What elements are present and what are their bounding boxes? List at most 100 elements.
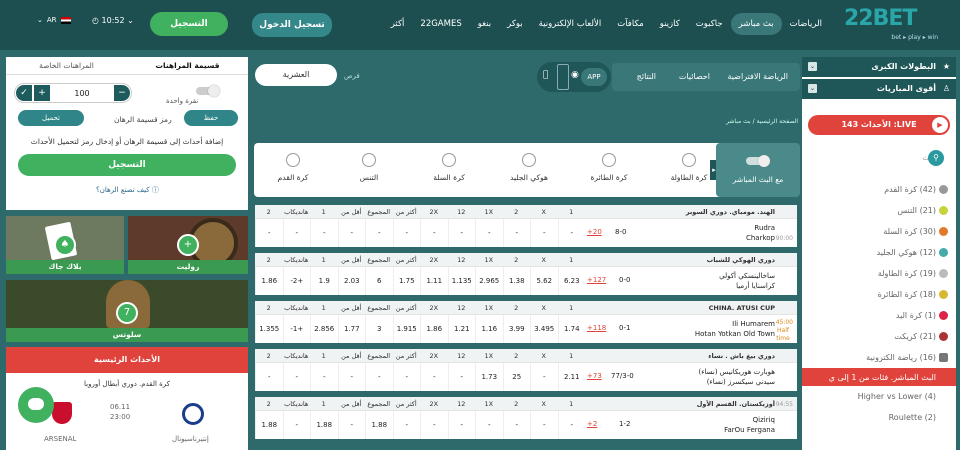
tab-my-bets[interactable]: المراهنات الخاصة bbox=[6, 57, 127, 74]
nav-bonuses[interactable]: مكافآت bbox=[609, 13, 652, 35]
odds-cells[interactable]: - - - - - - -1.88-1.88-1.88 bbox=[255, 411, 585, 439]
odds-cell[interactable]: 1.88 bbox=[365, 411, 393, 439]
nav-esports[interactable]: الألعاب الإلكترونية bbox=[531, 13, 610, 35]
login-button[interactable]: تسجيل الدخول bbox=[252, 13, 332, 37]
search-icon[interactable]: ⚲ bbox=[928, 150, 944, 166]
stake-value[interactable]: 100 bbox=[51, 89, 113, 98]
tab-bet-slip[interactable]: قسيمة المراهنات bbox=[127, 57, 248, 74]
breadcrumb-live[interactable]: بث مباشر bbox=[726, 118, 751, 125]
breadcrumb-home[interactable]: الصفحة الرئيسية bbox=[757, 118, 798, 125]
sport-search[interactable]: ⚲ البحث bbox=[810, 149, 948, 167]
odds-cell[interactable]: - bbox=[530, 411, 558, 439]
odds-cells[interactable]: ------------ bbox=[255, 219, 585, 247]
sport-football[interactable]: كرة القدم (42) bbox=[802, 179, 956, 200]
more-bets-link[interactable]: +118 bbox=[587, 324, 606, 332]
odds-cell[interactable]: - bbox=[392, 219, 421, 247]
odds-cell[interactable]: 1.21 bbox=[447, 315, 476, 343]
odds-cell[interactable]: - bbox=[365, 363, 393, 391]
odds-cell[interactable]: 1.77 bbox=[337, 315, 366, 343]
live-events-button[interactable]: ▶ الأحداث 143 :LIVE bbox=[808, 115, 950, 135]
odds-cell[interactable]: 2.03 bbox=[337, 267, 366, 295]
tab-statistics[interactable]: احصائيات bbox=[679, 72, 710, 81]
league-name[interactable]: أوزبكستان. القسم الأول bbox=[585, 400, 797, 408]
odds-cell[interactable]: - bbox=[475, 219, 503, 247]
nav-casino[interactable]: كازينو bbox=[652, 13, 688, 35]
stake-stepper[interactable]: ✓ + 100 − bbox=[14, 83, 132, 103]
save-button[interactable]: حفظ bbox=[184, 110, 238, 126]
sport-cricket[interactable]: كريكت (21) bbox=[802, 326, 956, 347]
promo-roulette[interactable]: + روليت bbox=[128, 216, 248, 274]
sport-basketball[interactable]: كرة السلة (30) bbox=[802, 221, 956, 242]
load-button[interactable]: تحميل bbox=[18, 110, 84, 126]
odds-cell[interactable]: - bbox=[282, 219, 311, 247]
odds-cell[interactable]: - bbox=[282, 411, 311, 439]
cat-tennis[interactable]: التنس bbox=[334, 153, 404, 182]
tab-results[interactable]: النتائج bbox=[637, 72, 656, 81]
nav-live[interactable]: بث مباشر bbox=[730, 13, 782, 35]
odds-cell[interactable]: - bbox=[392, 411, 421, 439]
check-icon[interactable]: ✓ bbox=[16, 85, 32, 101]
odds-cell[interactable]: 2.965 bbox=[475, 267, 503, 295]
odds-cell[interactable]: - bbox=[365, 219, 393, 247]
sport-esports[interactable]: رياضة الكترونية (16) bbox=[802, 347, 956, 368]
more-bets-link[interactable]: +127 bbox=[587, 276, 606, 284]
nav-bingo[interactable]: بنغو bbox=[470, 13, 499, 35]
one-click-toggle[interactable] bbox=[196, 85, 220, 97]
teams[interactable]: هوبارت هوريكانيس (نساء) سيدني سيكسرز (نسا… bbox=[637, 367, 797, 387]
odds-cell[interactable]: 25 bbox=[502, 363, 531, 391]
odds-cell[interactable]: - bbox=[255, 363, 283, 391]
promo-blackjack[interactable]: ♠ بلاك جاك bbox=[6, 216, 124, 274]
event-team1[interactable]: إنتيرناسيونال bbox=[172, 435, 209, 443]
sport-volleyball[interactable]: كرة الطائرة (18) bbox=[802, 284, 956, 305]
league-name[interactable]: الهند. مومباي. دوري السوبر bbox=[585, 208, 797, 216]
language-selector[interactable]: ⌄ AR bbox=[37, 16, 71, 24]
sport-table-tennis[interactable]: كرة الطاولة (19) bbox=[802, 263, 956, 284]
odds-cell[interactable]: - bbox=[557, 411, 586, 439]
site-logo[interactable]: 22BET bet ▸ play ▸ win bbox=[844, 6, 938, 44]
teams[interactable]: Qiziriq FarOu Fergana bbox=[637, 415, 797, 435]
app-download[interactable]:  ◉ APP bbox=[537, 62, 611, 92]
odds-cell[interactable]: - bbox=[420, 363, 448, 391]
odds-cell[interactable]: 1.355 bbox=[255, 315, 283, 343]
how-to-bet-link[interactable]: كيف تصنع الرهان؟ ⓘ bbox=[96, 185, 159, 195]
odds-cell[interactable]: - bbox=[310, 219, 338, 247]
more-bets-link[interactable]: +73 bbox=[587, 372, 602, 380]
league-name[interactable]: دوري بيغ باش . نساء bbox=[585, 352, 797, 360]
odds-cell[interactable]: 1.73 bbox=[475, 363, 503, 391]
more-bets-link[interactable]: +2 bbox=[587, 420, 597, 428]
odds-cell[interactable]: 1.915 bbox=[392, 315, 421, 343]
odds-cells[interactable]: 6.23 5.62 1.38 2.965 1.135 1.11 1.75 6 2.03 1.9 +2… bbox=[255, 267, 585, 295]
odds-cell[interactable]: 6 bbox=[365, 267, 393, 295]
event-team2[interactable]: ARSENAL bbox=[44, 435, 76, 443]
odds-cell[interactable]: 1.88 bbox=[255, 411, 283, 439]
odds-cell[interactable]: 3.99 bbox=[502, 315, 531, 343]
search-filter-button[interactable]: العشرية bbox=[255, 64, 337, 86]
odds-cell[interactable]: 2.11 bbox=[557, 363, 586, 391]
live-stream-toggle[interactable] bbox=[746, 155, 770, 167]
odds-cell[interactable]: 1.86 bbox=[255, 267, 283, 295]
top-matches-header[interactable]: ⌄ أقوى المباريات ♙ bbox=[802, 79, 956, 99]
nav-22games[interactable]: 22GAMES bbox=[412, 13, 469, 35]
odds-cell[interactable]: 3 bbox=[365, 315, 393, 343]
league-name[interactable]: CHINA. ATUSI CUP bbox=[585, 304, 797, 312]
odds-cell[interactable]: - bbox=[337, 411, 366, 439]
odds-cell[interactable]: - bbox=[557, 219, 586, 247]
nav-more[interactable]: أكثر bbox=[383, 13, 413, 35]
odds-cell[interactable]: - bbox=[447, 219, 476, 247]
odds-cell[interactable]: +2- bbox=[282, 267, 311, 295]
nav-sports[interactable]: الرياضات bbox=[782, 13, 830, 35]
promo-slots[interactable]: 7 سلوتس bbox=[6, 280, 248, 342]
odds-cell[interactable]: 1.75 bbox=[392, 267, 421, 295]
cat-volleyball[interactable]: كرة الطائرة bbox=[574, 153, 644, 182]
odds-cell[interactable]: - bbox=[530, 219, 558, 247]
odds-cell[interactable]: - bbox=[502, 411, 531, 439]
cat-basketball[interactable]: كرة السلة bbox=[414, 153, 484, 182]
plus-icon[interactable]: + bbox=[34, 85, 50, 101]
nav-jackpot[interactable]: جاكبوت bbox=[688, 13, 731, 35]
odds-cell[interactable]: 1.11 bbox=[420, 267, 448, 295]
tab-virtual-sports[interactable]: الرياضة الافتراضية bbox=[727, 72, 788, 81]
odds-cell[interactable]: +1- bbox=[282, 315, 311, 343]
odds-cell[interactable]: - bbox=[502, 219, 531, 247]
live-games-header[interactable]: البث المباشر. فئات من 1 إلى ي bbox=[802, 368, 956, 386]
cat-football[interactable]: كرة القدم bbox=[258, 153, 328, 182]
